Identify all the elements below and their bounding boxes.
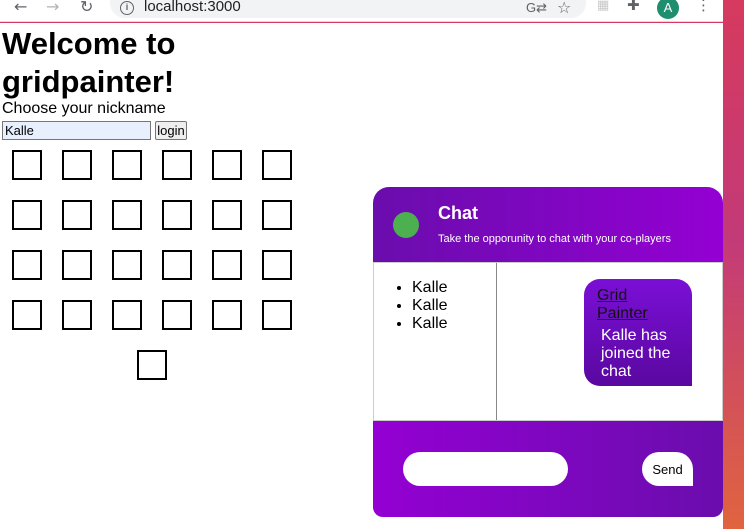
grid-cell[interactable] — [212, 200, 242, 230]
message-sender[interactable]: Grid Painter — [597, 287, 657, 323]
user-list: Kalle Kalle Kalle — [374, 263, 497, 420]
grid-cell[interactable] — [112, 200, 142, 230]
forward-icon[interactable]: → — [46, 0, 59, 16]
message-bubble: Grid Painter Kalle has joined the chat — [584, 279, 692, 386]
message-text: Kalle has joined the chat — [601, 327, 671, 380]
chat-body: Kalle Kalle Kalle Grid Painter Kalle has… — [373, 262, 723, 421]
grid-cell[interactable] — [212, 250, 242, 280]
chat-subtitle: Take the opporunity to chat with your co… — [438, 233, 671, 245]
send-button[interactable]: Send — [642, 452, 693, 486]
chat-title: Chat — [438, 203, 478, 223]
address-bar[interactable]: i localhost:3000 G⇄ ☆ — [110, 0, 586, 18]
menu-kebab-icon[interactable]: ⋮ — [696, 0, 711, 14]
online-status-indicator — [393, 212, 419, 238]
user-list-item: Kalle — [412, 297, 496, 315]
url-text[interactable]: localhost:3000 — [144, 0, 241, 15]
user-list-item: Kalle — [412, 279, 496, 297]
grid-cell[interactable] — [212, 150, 242, 180]
grid-cell[interactable] — [112, 150, 142, 180]
grid-cell[interactable] — [212, 300, 242, 330]
grid-cell[interactable] — [12, 150, 42, 180]
grid-cell[interactable] — [162, 150, 192, 180]
grid-cell[interactable] — [262, 250, 292, 280]
grid-cell[interactable] — [262, 200, 292, 230]
translate-icon[interactable]: G⇄ — [526, 0, 547, 16]
grid-cell[interactable] — [112, 250, 142, 280]
message-input[interactable] — [403, 452, 568, 486]
grid-cell[interactable] — [112, 300, 142, 330]
chat-footer: Send — [373, 421, 723, 517]
grid-cell[interactable] — [162, 200, 192, 230]
page-content: Welcome to gridpainter! Choose your nick… — [0, 23, 723, 529]
profile-avatar[interactable]: A — [657, 0, 679, 19]
grid-cell[interactable] — [12, 200, 42, 230]
grid-cell[interactable] — [262, 150, 292, 180]
user-list-item: Kalle — [412, 315, 496, 333]
browser-toolbar: ← → ↻ i localhost:3000 G⇄ ☆ ▦ ✚ A ⋮ — [0, 0, 723, 22]
grid-cell[interactable] — [12, 300, 42, 330]
page-title: Welcome to gridpainter! — [2, 26, 176, 99]
puzzle-icon[interactable]: ✚ — [627, 0, 640, 14]
chat-header: Chat Take the opporunity to chat with yo… — [373, 187, 723, 262]
back-icon[interactable]: ← — [14, 0, 27, 16]
info-icon[interactable]: i — [120, 1, 134, 15]
grid-cell[interactable] — [62, 200, 92, 230]
grid-cell[interactable] — [162, 250, 192, 280]
reload-icon[interactable]: ↻ — [80, 0, 93, 16]
grid-cell[interactable] — [12, 250, 42, 280]
nickname-label: Choose your nickname — [2, 100, 166, 117]
chat-panel: Chat Take the opporunity to chat with yo… — [373, 187, 723, 517]
grid-cell[interactable] — [162, 300, 192, 330]
grid-cell[interactable] — [62, 250, 92, 280]
grid-cell[interactable] — [62, 150, 92, 180]
nickname-input[interactable] — [2, 121, 151, 140]
grid-cell[interactable] — [62, 300, 92, 330]
grid-cell[interactable] — [262, 300, 292, 330]
bookmark-star-icon[interactable]: ☆ — [557, 0, 571, 18]
grid-cell[interactable] — [137, 350, 167, 380]
extension-icon[interactable]: ▦ — [597, 0, 609, 13]
window-edge — [723, 0, 744, 529]
login-button[interactable]: login — [155, 121, 187, 140]
